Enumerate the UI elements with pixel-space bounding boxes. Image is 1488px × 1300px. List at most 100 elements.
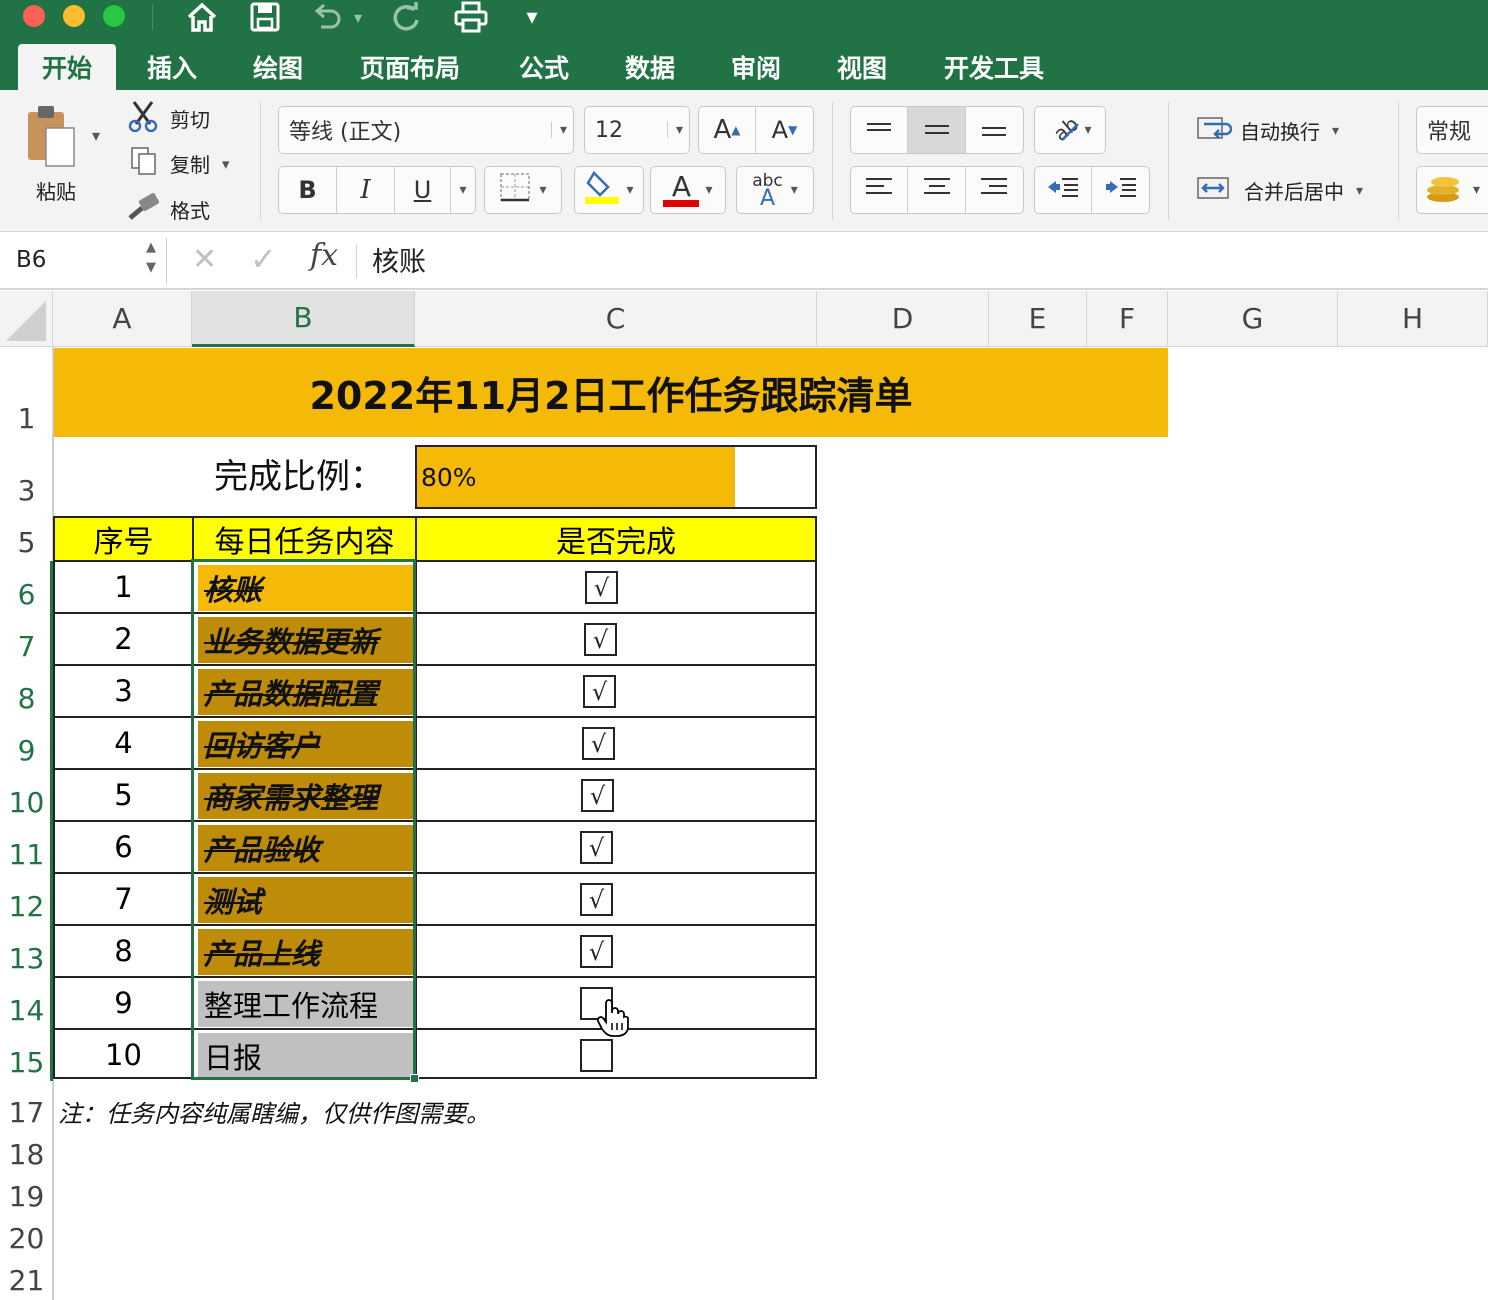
home-icon[interactable] [184,0,220,34]
row-header-10[interactable]: 10 [0,769,53,821]
paste-label[interactable]: 粘贴 [36,176,76,205]
row-header-12[interactable]: 12 [0,873,53,925]
seq-cell[interactable]: 6 [55,822,194,872]
increase-indent-button[interactable] [1092,167,1149,213]
task-cell[interactable]: 产品数据配置 [198,669,413,715]
done-checkbox[interactable]: √ [580,935,613,968]
task-cell[interactable]: 业务数据更新 [198,617,413,663]
name-box[interactable]: B6 ▲ ▼ [0,232,164,288]
task-cell[interactable]: 产品验收 [198,825,413,871]
column-header-g[interactable]: G [1168,291,1338,347]
done-checkbox[interactable]: √ [580,883,613,916]
align-top-button[interactable] [851,107,909,153]
done-checkbox[interactable]: √ [584,623,617,656]
bold-button[interactable]: B [279,167,337,213]
seq-cell[interactable]: 1 [55,562,194,612]
customize-toolbar-icon[interactable]: ▾ [518,0,546,34]
number-format-select[interactable]: 常规 [1416,106,1488,154]
column-header-e[interactable]: E [989,291,1087,347]
row-header-6[interactable]: 6 [0,561,53,613]
task-cell[interactable]: 测试 [198,877,413,923]
row-header-11[interactable]: 11 [0,821,53,873]
seq-cell[interactable]: 9 [55,978,194,1028]
done-checkbox[interactable]: √ [585,571,618,604]
seq-cell[interactable]: 7 [55,874,194,924]
merge-dropdown-icon[interactable]: ▾ [1356,183,1363,199]
underline-dropdown-icon[interactable]: ▾ [451,167,475,213]
done-checkbox[interactable]: √ [580,831,613,864]
accounting-format-button[interactable]: ▾ [1416,166,1488,214]
seq-cell[interactable]: 10 [55,1030,194,1080]
seq-cell[interactable]: 3 [55,666,194,716]
row-header-18[interactable]: 18 [0,1131,53,1173]
row-header-13[interactable]: 13 [0,925,53,977]
done-checkbox[interactable]: √ [581,779,614,812]
row-header-5[interactable]: 5 [0,509,53,561]
row-header-17[interactable]: 17 [0,1081,53,1131]
decrease-indent-button[interactable] [1035,167,1093,213]
orientation-button[interactable]: ab ▾ [1034,106,1106,154]
fill-color-button[interactable]: ▾ [574,166,644,214]
seq-cell[interactable]: 4 [55,718,194,768]
undo-icon[interactable] [310,0,344,34]
row-header-9[interactable]: 9 [0,717,53,769]
tab-formulas[interactable]: 公式 [502,44,586,90]
wrap-text-button[interactable]: 自动换行 ▾ [1196,114,1339,147]
phonetic-guide-button[interactable]: abc A ▾ [736,166,814,214]
row-header-1[interactable]: 1 [0,347,53,437]
select-all-button[interactable] [0,291,53,347]
copy-button[interactable]: 复制 ▾ [128,146,230,181]
seq-cell[interactable]: 2 [55,614,194,664]
done-checkbox[interactable] [580,1039,613,1072]
close-window-button[interactable] [23,5,45,27]
row-header-8[interactable]: 8 [0,665,53,717]
wrap-text-dropdown-icon[interactable]: ▾ [1332,123,1339,139]
confirm-entry-icon[interactable]: ✓ [250,240,277,278]
align-right-button[interactable] [966,167,1023,213]
seq-cell[interactable]: 8 [55,926,194,976]
row-header-3[interactable]: 3 [0,437,53,509]
header-seq[interactable]: 序号 [55,518,194,560]
task-cell[interactable]: 产品上线 [198,929,413,975]
undo-dropdown-icon[interactable]: ▾ [348,0,368,34]
underline-button[interactable]: U [395,167,451,213]
copy-dropdown-icon[interactable]: ▾ [222,155,230,173]
format-painter-button[interactable]: 格式 [128,192,210,227]
align-bottom-button[interactable] [966,107,1023,153]
header-done[interactable]: 是否完成 [417,518,815,560]
merge-center-button[interactable]: 合并后居中 ▾ [1196,174,1363,207]
task-cell[interactable]: 回访客户 [198,721,413,767]
paste-dropdown-icon[interactable]: ▾ [92,126,100,145]
column-header-c[interactable]: C [415,291,817,347]
completion-ratio-cell[interactable]: 80% [415,445,817,509]
paste-icon[interactable] [24,102,80,178]
tab-draw[interactable]: 绘图 [236,44,320,90]
tab-insert[interactable]: 插入 [128,44,216,90]
font-name-select[interactable]: 等线 (正文) ▾ [278,106,574,154]
shrink-font-button[interactable]: A ▼ [756,107,813,153]
task-cell[interactable]: 商家需求整理 [198,773,413,819]
tab-page-layout[interactable]: 页面布局 [350,44,470,90]
tab-view[interactable]: 视图 [820,44,904,90]
align-left-button[interactable] [851,167,909,213]
name-box-stepper-icon[interactable]: ▲ ▼ [146,238,156,278]
zoom-window-button[interactable] [103,5,125,27]
row-header-14[interactable]: 14 [0,977,53,1029]
row-header-19[interactable]: 19 [0,1173,53,1215]
seq-cell[interactable]: 5 [55,770,194,820]
print-icon[interactable] [452,0,490,34]
cut-button[interactable]: 剪切 [128,100,210,137]
column-header-f[interactable]: F [1087,291,1168,347]
insert-function-icon[interactable]: fx [310,238,338,273]
tab-developer[interactable]: 开发工具 [930,44,1058,90]
column-header-d[interactable]: D [817,291,989,347]
redo-icon[interactable] [388,0,424,34]
align-center-button[interactable] [908,167,966,213]
row-header-20[interactable]: 20 [0,1215,53,1257]
grow-font-button[interactable]: A ▲ [699,107,757,153]
row-header-7[interactable]: 7 [0,613,53,665]
footnote[interactable]: 注：任务内容纯属瞎编，仅供作图需要。 [58,1091,490,1131]
tab-review[interactable]: 审阅 [714,44,798,90]
column-header-h[interactable]: H [1338,291,1488,347]
row-header-21[interactable]: 21 [0,1257,53,1299]
